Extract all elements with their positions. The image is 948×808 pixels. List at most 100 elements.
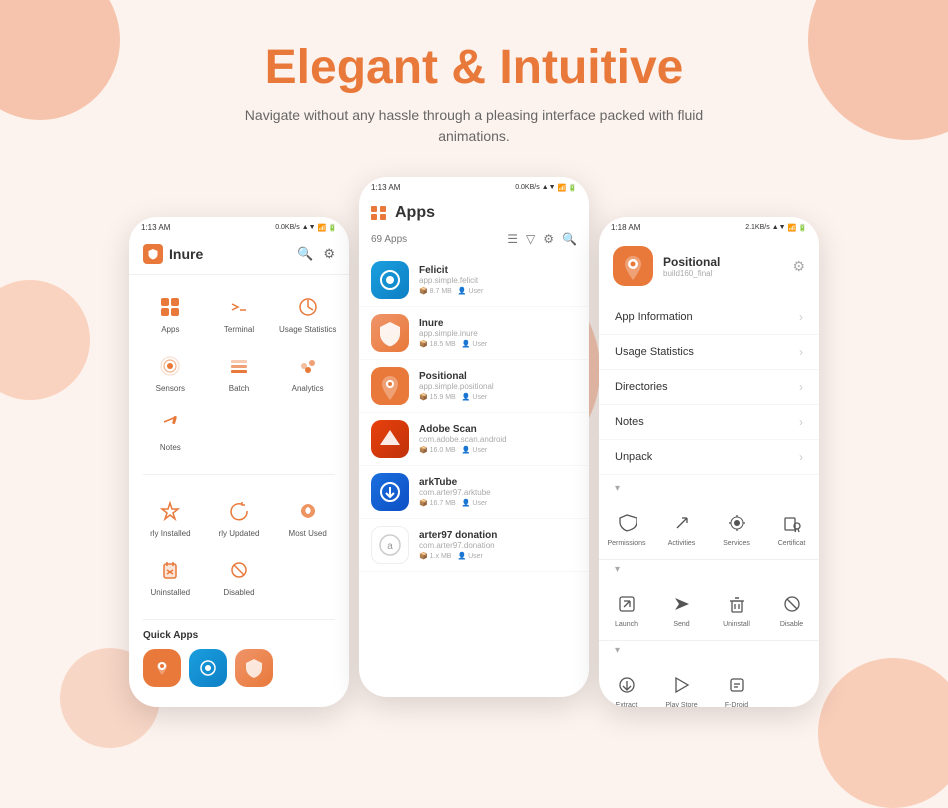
app-size: 📦 8.7 MB [419,287,452,295]
search-icon[interactable]: 🔍 [297,246,313,262]
app-pkg: com.adobe.scan.android [419,435,577,444]
menu-item-batch[interactable]: Batch [206,344,273,401]
app-size: 📦 1.x MB [419,552,451,560]
quick-app-inure[interactable] [235,649,273,687]
app-icon-inure [371,314,409,352]
apps-grid-icon [371,206,387,220]
search-icon[interactable]: 🔍 [562,232,577,246]
phones-container: 1:13 AM 0.0KB/s ▲▼ 📶 🔋 Inure 🔍 ⚙ [0,167,948,717]
apps-header: Apps [359,196,589,228]
inure-logo: Inure [143,244,203,264]
menu-label-terminal: Terminal [224,325,254,334]
menu-label-sensors: Sensors [156,384,185,393]
app-name: arter97 donation [419,530,577,541]
app-detail-icon [613,246,653,286]
detail-row-unpack[interactable]: Unpack › [599,440,819,475]
app-meta: 📦 15.9 MB 👤 User [419,393,577,401]
app-info-positional: Positional app.simple.positional 📦 15.9 … [419,371,577,401]
collapse-toggle-2[interactable]: ▾ [599,560,819,579]
terminal-icon [225,293,253,321]
detail-header: Positional build160_final ⚙ [599,236,819,296]
detail-row-label: Notes [615,416,644,428]
detail-row-usage-stats[interactable]: Usage Statistics › [599,335,819,370]
app-name: Positional [419,371,577,382]
menu-label-analytics: Analytics [292,384,324,393]
app-pkg: com.arter97.arktube [419,488,577,497]
chevron-right-icon: › [799,345,803,359]
settings-icon[interactable]: ⚙ [543,232,554,246]
apps-icon [156,293,184,321]
app-icon-adobe [371,420,409,458]
action-permissions[interactable]: Permissions [599,504,654,553]
certificate-icon [779,510,805,536]
menu-item-recently-installed[interactable]: rly Installed [137,489,204,546]
action-grid-2: Launch Send [599,579,819,641]
action-launch[interactable]: Launch [599,585,654,634]
action-label: Certificat [778,540,806,547]
uninstall-icon [724,591,750,617]
action-services[interactable]: Services [709,504,764,553]
menu-item-notes[interactable]: Notes [137,403,204,460]
menu-item-sensors[interactable]: Sensors [137,344,204,401]
menu-item-apps[interactable]: Apps [137,285,204,342]
menu-label-usage: Usage Statistics [279,325,336,334]
menu-item-analytics[interactable]: Analytics [274,344,341,401]
detail-row-notes[interactable]: Notes › [599,405,819,440]
menu-item-disabled[interactable]: Disabled [206,548,273,605]
detail-row-directories[interactable]: Directories › [599,370,819,405]
action-certificate[interactable]: Certificat [764,504,819,553]
action-label: Uninstall [723,621,750,628]
divider-1 [143,474,335,475]
main-menu-grid: Apps Terminal [129,275,349,470]
detail-row-app-info[interactable]: App Information › [599,300,819,335]
menu-item-uninstalled[interactable]: Uninstalled [137,548,204,605]
time-left: 1:13 AM [141,223,170,232]
menu-item-usage[interactable]: Usage Statistics [274,285,341,342]
app-size: 📦 15.9 MB [419,393,456,401]
action-fdroid[interactable]: F-Droid [709,666,764,707]
menu-item-terminal[interactable]: Terminal [206,285,273,342]
list-item[interactable]: Positional app.simple.positional 📦 15.9 … [359,360,589,413]
app-info-inure: Inure app.simple.inure 📦 18.5 MB 👤 User [419,318,577,348]
action-uninstall[interactable]: Uninstall [709,585,764,634]
detail-app-name: Positional [663,255,782,269]
divider-2 [143,619,335,620]
menu-item-recently-updated[interactable]: rly Updated [206,489,273,546]
quick-app-felicit[interactable] [189,649,227,687]
quick-app-positional[interactable] [143,649,181,687]
collapse-toggle-1[interactable]: ▾ [599,479,819,498]
collapse-toggle-3[interactable]: ▾ [599,641,819,660]
list-item[interactable]: Inure app.simple.inure 📦 18.5 MB 👤 User [359,307,589,360]
action-activities[interactable]: Activities [654,504,709,553]
action-label: Send [673,621,689,628]
app-type: 👤 User [462,340,487,348]
list-item[interactable]: a arter97 donation com.arter97.donation … [359,519,589,572]
sort-icon[interactable]: ▽ [526,232,535,246]
app-size: 📦 18.5 MB [419,340,456,348]
apps-tools: ☰ ▽ ⚙ 🔍 [507,232,577,246]
app-size: 📦 16.7 MB [419,499,456,507]
secondary-menu-grid: rly Installed rly Updated [129,479,349,615]
list-item[interactable]: arkTube com.arter97.arktube 📦 16.7 MB 👤 … [359,466,589,519]
menu-label-apps: Apps [161,325,179,334]
extract-icon [614,672,640,698]
svg-text:a: a [387,541,393,552]
list-item[interactable]: Felicit app.simple.felicit 📦 8.7 MB 👤 Us… [359,254,589,307]
time-center: 1:13 AM [371,183,400,192]
action-send[interactable]: Send [654,585,709,634]
detail-settings-icon[interactable]: ⚙ [792,258,805,275]
list-item[interactable]: Adobe Scan com.adobe.scan.android 📦 16.0… [359,413,589,466]
app-name: Adobe Scan [419,424,577,435]
action-disable[interactable]: Disable [764,585,819,634]
shield-logo-icon [147,248,159,260]
inure-app-name: Inure [169,246,203,262]
settings-icon[interactable]: ⚙ [323,246,335,262]
action-grid-1: Permissions Activities [599,498,819,560]
action-extract[interactable]: Extract [599,666,654,707]
action-label: F-Droid [725,702,748,707]
chevron-right-icon: › [799,310,803,324]
action-playstore[interactable]: Play Store [654,666,709,707]
inure-logo-icon [143,244,163,264]
menu-item-most-used[interactable]: Most Used [274,489,341,546]
filter-icon[interactable]: ☰ [507,232,518,246]
